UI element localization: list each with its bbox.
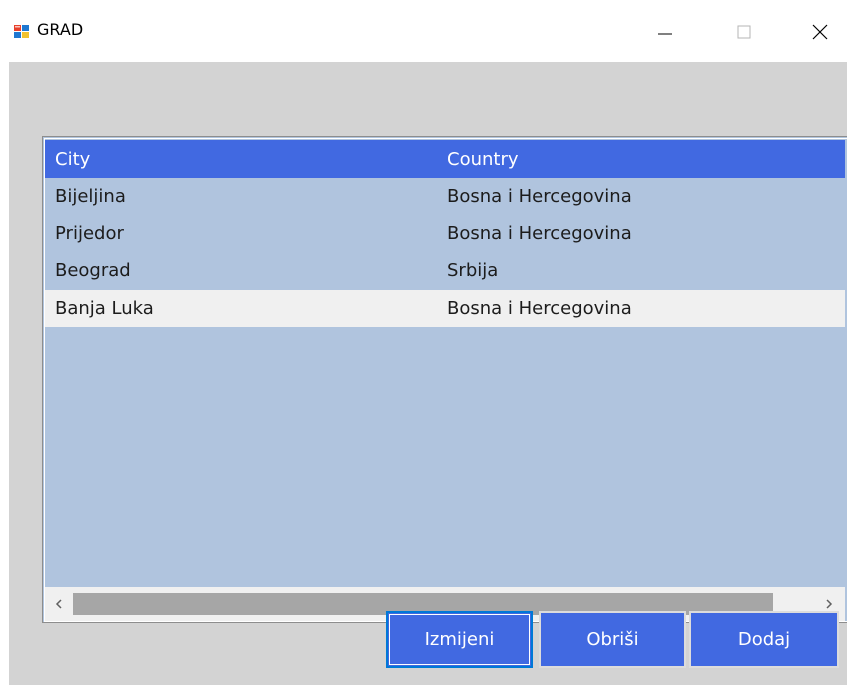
minimize-icon bbox=[658, 33, 672, 35]
close-button[interactable] bbox=[800, 14, 840, 50]
client-area: City Country Bijeljina Bosna i Hercegovi… bbox=[9, 62, 847, 685]
column-header-city[interactable]: City bbox=[55, 149, 90, 170]
cell-country: Srbija bbox=[447, 260, 499, 281]
winforms-app-icon bbox=[14, 24, 30, 40]
app-window: GRAD City Country Bijeljina Bosna i Herc… bbox=[0, 0, 847, 685]
cell-country: Bosna i Hercegovina bbox=[447, 223, 632, 244]
column-header-country[interactable]: Country bbox=[447, 149, 519, 170]
table-row[interactable]: Prijedor Bosna i Hercegovina bbox=[45, 215, 845, 252]
delete-button[interactable]: Obriši bbox=[539, 611, 686, 668]
table-row-selected[interactable]: Banja Luka Bosna i Hercegovina bbox=[45, 290, 845, 327]
scroll-left-button[interactable] bbox=[45, 587, 73, 621]
title-bar[interactable]: GRAD bbox=[0, 0, 847, 62]
cell-city: Bijeljina bbox=[55, 186, 126, 207]
cell-city: Prijedor bbox=[55, 223, 124, 244]
maximize-button[interactable] bbox=[724, 14, 764, 50]
window-title: GRAD bbox=[37, 20, 84, 39]
cell-country: Bosna i Hercegovina bbox=[447, 298, 632, 319]
chevron-right-icon bbox=[826, 599, 833, 609]
chevron-left-icon bbox=[55, 599, 62, 609]
city-list-view[interactable]: City Country Bijeljina Bosna i Hercegovi… bbox=[42, 136, 847, 623]
table-row[interactable]: Beograd Srbija bbox=[45, 252, 845, 289]
cell-city: Banja Luka bbox=[55, 298, 154, 319]
cell-country: Bosna i Hercegovina bbox=[447, 186, 632, 207]
cell-city: Beograd bbox=[55, 260, 131, 281]
edit-button[interactable]: Izmijeni bbox=[386, 611, 533, 668]
minimize-button[interactable] bbox=[645, 14, 685, 50]
table-row[interactable]: Bijeljina Bosna i Hercegovina bbox=[45, 178, 845, 215]
add-button[interactable]: Dodaj bbox=[689, 611, 839, 668]
maximize-icon bbox=[737, 25, 751, 39]
close-icon bbox=[812, 24, 828, 40]
grid-header: City Country bbox=[45, 140, 845, 178]
